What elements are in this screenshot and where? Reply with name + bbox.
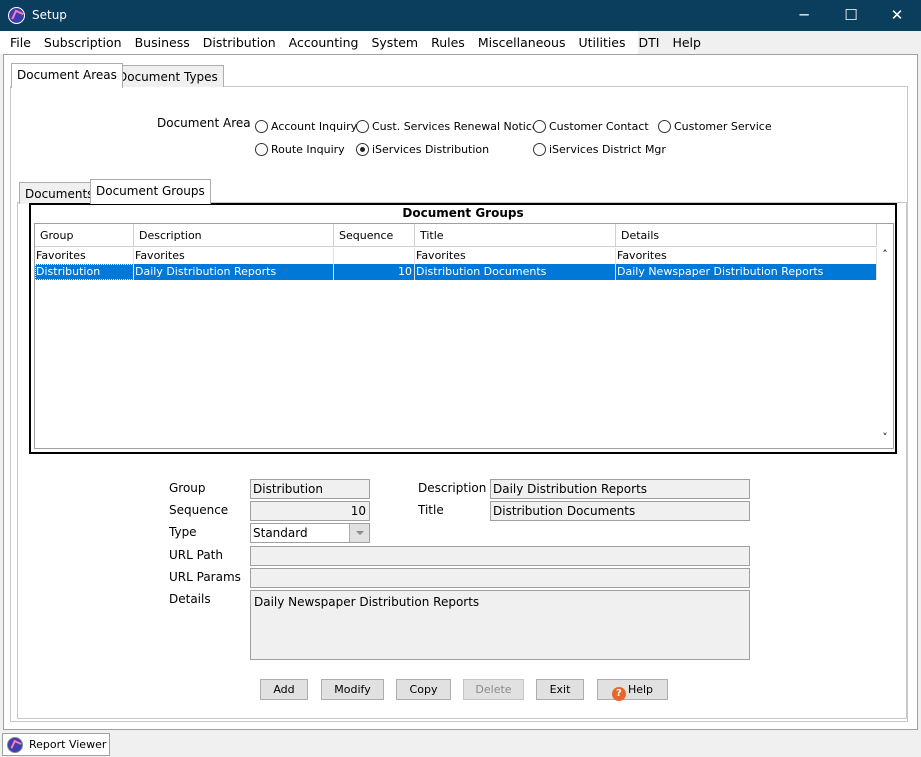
window-title: Setup (32, 8, 67, 22)
column-header-group[interactable]: Group (35, 224, 134, 247)
help-icon: ? (611, 687, 626, 701)
type-select[interactable]: Standard (250, 523, 370, 543)
description-label: Description (418, 481, 487, 495)
cell-title: Distribution Documents (415, 264, 616, 280)
radio-dot (255, 119, 268, 133)
tab-document-types[interactable]: Document Types (112, 65, 224, 87)
radio-dot (658, 119, 671, 133)
maximize-button[interactable]: ☐ (828, 0, 874, 31)
radio-label: Customer Contact (549, 119, 649, 133)
cell-title: Favorites (415, 248, 616, 264)
title-label: Title (418, 503, 444, 517)
menu-utilities[interactable]: Utilities (572, 31, 632, 54)
url-params-field[interactable] (250, 568, 750, 588)
menu-miscellaneous[interactable]: Miscellaneous (472, 31, 573, 54)
app-icon (8, 7, 25, 24)
radio-iservices-district-mgr[interactable]: iServices District Mgr (533, 141, 666, 157)
menu-file[interactable]: File (4, 31, 38, 54)
url-path-field[interactable] (250, 546, 750, 566)
column-header-sequence[interactable]: Sequence (334, 224, 415, 247)
close-button[interactable]: ✕ (874, 0, 920, 31)
radio-account-inquiry[interactable]: Account Inquiry (255, 118, 357, 134)
cell-details: Daily Newspaper Distribution Reports (616, 264, 877, 280)
type-label: Type (169, 525, 197, 539)
radio-dot (255, 142, 268, 156)
menu-help[interactable]: Help (666, 31, 708, 54)
delete-button[interactable]: Delete (463, 679, 524, 700)
menu-business[interactable]: Business (129, 31, 197, 54)
cell-details: Favorites (616, 248, 877, 264)
cell-group: Distribution (35, 264, 134, 280)
radio-route-inquiry[interactable]: Route Inquiry (255, 141, 345, 157)
column-header-details[interactable]: Details (616, 224, 877, 247)
help-button[interactable]: ? Help (597, 679, 668, 701)
radio-label: Cust. Services Renewal Notices (372, 119, 545, 133)
sequence-field[interactable]: 10 (250, 501, 370, 521)
vertical-scrollbar[interactable]: ˄ ˅ (877, 248, 893, 447)
radio-label: iServices District Mgr (549, 142, 666, 156)
cell-group: Favorites (35, 248, 134, 264)
exit-button[interactable]: Exit (536, 679, 584, 700)
scroll-down-icon[interactable]: ˅ (877, 431, 893, 447)
chevron-down-icon[interactable] (349, 524, 369, 542)
report-viewer-icon (7, 736, 23, 753)
radio-cust-services-renewal-notices[interactable]: Cust. Services Renewal Notices (356, 118, 544, 134)
radio-customer-service[interactable]: Customer Service (658, 118, 772, 134)
scroll-up-icon[interactable]: ˄ (877, 248, 893, 264)
radio-customer-contact[interactable]: Customer Contact (533, 118, 649, 134)
details-label: Details (169, 592, 211, 606)
description-field[interactable]: Daily Distribution Reports (490, 479, 750, 499)
cell-description: Favorites (134, 248, 334, 264)
url-path-label: URL Path (169, 548, 223, 562)
report-viewer-label: Report Viewer (29, 738, 107, 751)
help-button-label: Help (627, 683, 654, 696)
group-label: Group (169, 481, 206, 495)
menu-rules[interactable]: Rules (425, 31, 472, 54)
radio-label: Account Inquiry (271, 119, 358, 133)
sequence-label: Sequence (169, 503, 229, 517)
column-header-title[interactable]: Title (415, 224, 616, 247)
tab-documents[interactable]: Documents (19, 182, 100, 204)
group-field[interactable]: Distribution (250, 479, 370, 499)
menu-subscription[interactable]: Subscription (38, 31, 129, 54)
column-header-description[interactable]: Description (134, 224, 334, 247)
menu-system[interactable]: System (365, 31, 425, 54)
menu-bar: File Subscription Business Distribution … (0, 31, 701, 54)
radio-label: iServices Distribution (372, 142, 490, 156)
add-button-label: Add (273, 683, 295, 696)
radio-label: Route Inquiry (271, 142, 345, 156)
radio-dot-selected (356, 142, 369, 156)
details-textarea[interactable]: Daily Newspaper Distribution Reports (250, 590, 750, 660)
cell-sequence: 10 (334, 264, 415, 280)
cell-sequence (334, 248, 415, 264)
radio-dot (533, 119, 546, 133)
menu-distribution[interactable]: Distribution (197, 31, 283, 54)
menu-accounting[interactable]: Accounting (283, 31, 366, 54)
modify-button[interactable]: Modify (321, 679, 384, 700)
exit-button-label: Exit (549, 683, 571, 696)
tab-document-areas[interactable]: Document Areas (11, 63, 123, 88)
radio-label: Customer Service (674, 119, 772, 133)
copy-button-label: Copy (409, 683, 438, 696)
minimize-button[interactable]: ─ (781, 0, 827, 31)
modify-button-label: Modify (334, 683, 371, 696)
radio-iservices-distribution[interactable]: iServices Distribution (356, 141, 489, 157)
delete-button-label: Delete (475, 683, 512, 696)
menu-dti[interactable]: DTI (633, 31, 667, 54)
url-params-label: URL Params (169, 570, 241, 584)
document-area-label: Document Area (157, 116, 251, 130)
type-select-value: Standard (253, 526, 308, 540)
add-button[interactable]: Add (260, 679, 308, 700)
title-field[interactable]: Distribution Documents (490, 501, 750, 521)
report-viewer-tab[interactable]: Report Viewer (2, 733, 110, 756)
radio-dot (356, 119, 369, 133)
table-row[interactable]: Favorites Favorites Favorites Favorites (35, 248, 877, 264)
table-row-selected[interactable]: Distribution Daily Distribution Reports … (35, 264, 877, 280)
cell-description: Daily Distribution Reports (134, 264, 334, 280)
grid-title: Document Groups (402, 206, 524, 220)
copy-button[interactable]: Copy (396, 679, 451, 700)
tab-document-groups[interactable]: Document Groups (90, 179, 211, 204)
radio-dot (533, 142, 546, 156)
